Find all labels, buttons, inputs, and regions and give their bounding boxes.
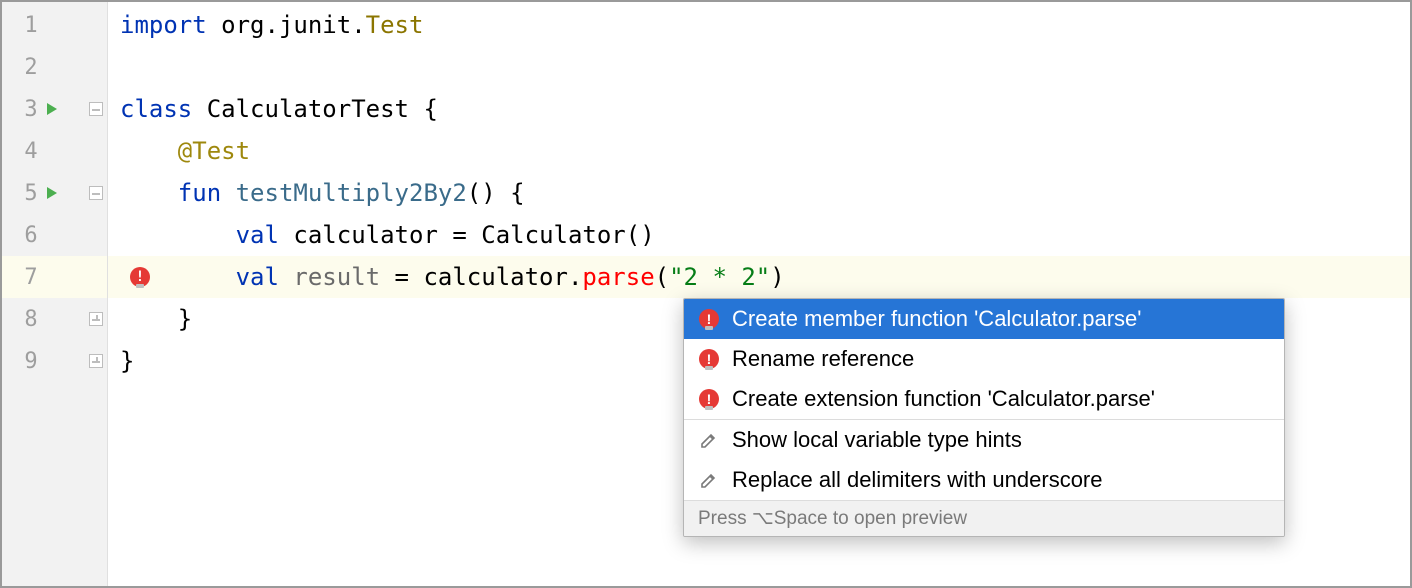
keyword-val: val [236,221,279,249]
intention-item-create-extension[interactable]: ! Create extension function 'Calculator.… [684,379,1284,419]
code-line[interactable]: @Test [108,130,1410,172]
keyword-class: class [120,95,192,123]
paren-close: ) [770,263,784,291]
intention-item-create-member[interactable]: ! Create member function 'Calculator.par… [684,299,1284,339]
gutter-line: 5 [2,172,107,214]
popup-footer-hint: Press ⌥Space to open preview [684,500,1284,536]
import-class: Test [366,11,424,39]
code-line[interactable] [108,46,1410,88]
line-number: 4 [2,139,38,164]
error-bulb-icon: ! [698,309,720,329]
fold-toggle[interactable] [67,102,107,116]
intention-label: Rename reference [732,346,914,372]
intention-item-rename[interactable]: ! Rename reference [684,339,1284,379]
line-number: 3 [2,97,38,122]
run-test-icon[interactable] [38,185,68,201]
intention-bulb-icon[interactable]: ! [130,267,150,287]
gutter-line: 3 [2,88,107,130]
intention-label: Create extension function 'Calculator.pa… [732,386,1155,412]
intention-label: Replace all delimiters with underscore [732,467,1103,493]
brace-open: { [496,179,525,207]
gutter-line: 4 [2,130,107,172]
gutter-line: 6 [2,214,107,256]
member-access: = calculator. [380,263,582,291]
local-var: result [293,263,380,291]
intention-actions-popup[interactable]: ! Create member function 'Calculator.par… [683,298,1285,537]
fold-toggle[interactable] [67,186,107,200]
equals: = [438,221,481,249]
brace-close: } [178,305,192,333]
fold-end-icon[interactable] [67,312,107,326]
line-number: 5 [2,181,38,206]
local-var: calculator [293,221,438,249]
intention-label: Create member function 'Calculator.parse… [732,306,1141,332]
keyword-val: val [236,263,279,291]
paren-open: ( [655,263,669,291]
gutter: 1 2 3 4 5 [2,2,108,586]
line-number: 8 [2,307,38,332]
code-line[interactable]: import org.junit.Test [108,4,1410,46]
annotation-test: @Test [178,137,250,165]
code-line[interactable]: fun testMultiply2By2() { [108,172,1410,214]
error-bulb-icon: ! [698,389,720,409]
code-line-active[interactable]: ! val result = calculator.parse("2 * 2") [108,256,1410,298]
line-number: 2 [2,55,38,80]
intention-item-replace-delimiters[interactable]: Replace all delimiters with underscore [684,460,1284,500]
code-line[interactable]: val calculator = Calculator() [108,214,1410,256]
keyword-import: import [120,11,207,39]
gutter-line: 7 [2,256,107,298]
keyword-fun: fun [178,179,221,207]
gutter-line: 8 [2,298,107,340]
unresolved-reference: parse [582,263,654,291]
parens: () [467,179,496,207]
line-number: 7 [2,265,38,290]
gutter-line: 9 [2,340,107,382]
intention-label: Show local variable type hints [732,427,1022,453]
string-literal: "2 * 2" [669,263,770,291]
gutter-line: 1 [2,4,107,46]
code-line[interactable]: class CalculatorTest { [108,88,1410,130]
brace-open: { [423,95,437,123]
run-test-icon[interactable] [38,101,68,117]
pencil-icon [698,431,720,449]
intention-item-type-hints[interactable]: Show local variable type hints [684,420,1284,460]
line-number: 1 [2,13,38,38]
function-name: testMultiply2By2 [221,179,467,207]
type-ref: Calculator [481,221,626,249]
brace-close: } [120,347,134,375]
line-number: 6 [2,223,38,248]
pencil-icon [698,471,720,489]
line-number: 9 [2,349,38,374]
import-path: org.junit. [207,11,366,39]
class-name: CalculatorTest [192,95,423,123]
error-bulb-icon: ! [698,349,720,369]
gutter-line: 2 [2,46,107,88]
fold-end-icon[interactable] [67,354,107,368]
call-parens: () [626,221,655,249]
